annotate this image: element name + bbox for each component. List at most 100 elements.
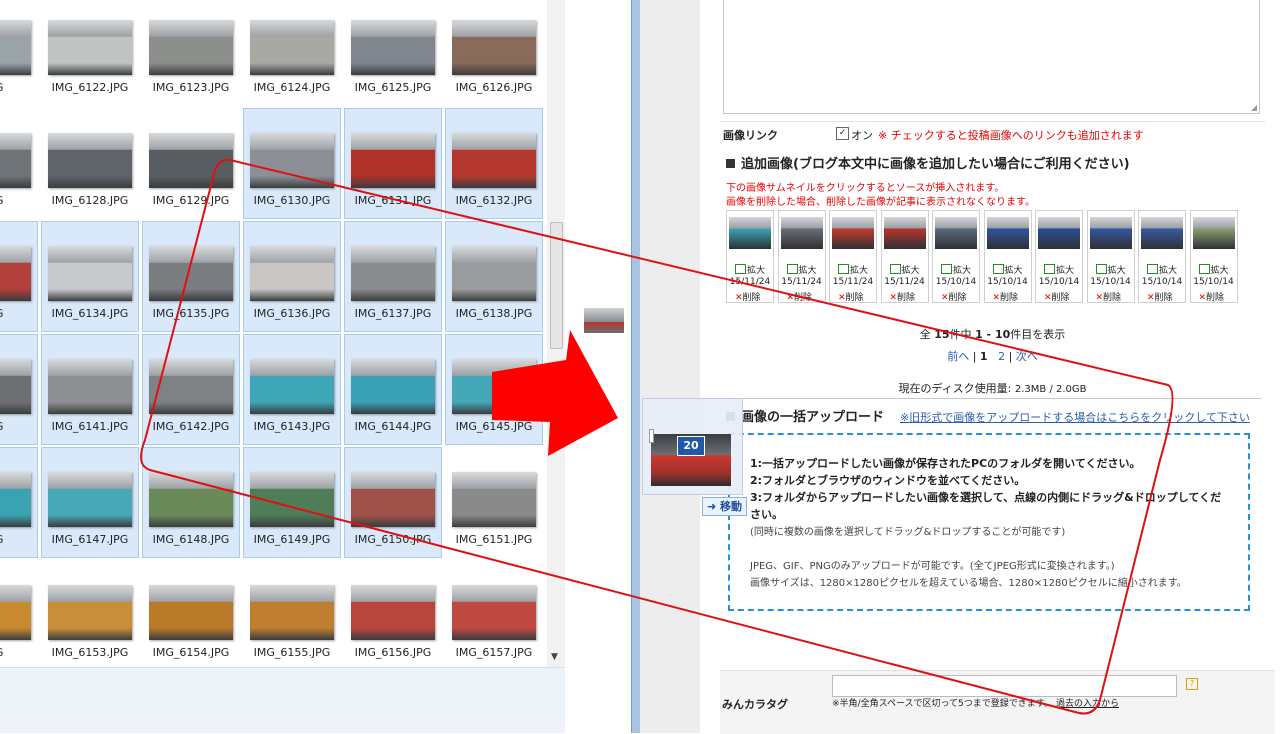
file-tile[interactable]: IMG_6130.JPG bbox=[243, 108, 341, 219]
delete-link[interactable]: ✕削除 bbox=[787, 290, 813, 303]
delete-link[interactable]: ✕削除 bbox=[735, 290, 761, 303]
enlarge-icon bbox=[992, 264, 1004, 274]
additional-image-thumb[interactable]: 拡大 15/10/14 ✕削除 bbox=[983, 210, 1032, 303]
explorer-scrollbar[interactable]: ▼ bbox=[547, 0, 565, 667]
file-tile[interactable]: IMG_6124.JPG bbox=[243, 0, 341, 106]
file-tile[interactable]: 1.JPG bbox=[0, 0, 38, 106]
delete-link[interactable]: ✕削除 bbox=[993, 290, 1019, 303]
additional-image-thumb[interactable]: 拡大 15/11/24 ✕削除 bbox=[880, 210, 929, 303]
file-name: 3.JPG bbox=[0, 307, 37, 320]
scrollbar-thumb[interactable] bbox=[550, 222, 563, 349]
delete-icon: ✕ bbox=[1095, 293, 1104, 303]
enlarge-link[interactable]: 拡大 bbox=[1044, 263, 1074, 276]
file-tile[interactable]: IMG_6144.JPG bbox=[344, 334, 442, 445]
delete-link[interactable]: ✕削除 bbox=[1199, 290, 1225, 303]
file-tile[interactable]: IMG_6137.JPG bbox=[344, 221, 442, 332]
file-tile[interactable]: IMG_6132.JPG bbox=[445, 108, 543, 219]
enlarge-link[interactable]: 拡大 bbox=[1198, 263, 1229, 276]
prev-page-link[interactable]: 前へ bbox=[947, 350, 969, 363]
file-tile[interactable]: 3.JPG bbox=[0, 221, 38, 332]
enlarge-link[interactable]: 拡大 bbox=[889, 263, 920, 276]
image-link-checkbox[interactable]: ✓ bbox=[836, 127, 849, 140]
file-tile[interactable]: IMG_6123.JPG bbox=[142, 0, 240, 106]
additional-image-preview[interactable] bbox=[1192, 217, 1235, 249]
enlarge-link[interactable]: 拡大 bbox=[786, 263, 817, 276]
additional-image-thumb[interactable]: 拡大 15/10/14 ✕削除 bbox=[1189, 210, 1238, 303]
past-tags-link[interactable]: 過去の入力から bbox=[1056, 696, 1119, 709]
file-tile[interactable]: IMG_6148.JPG bbox=[142, 447, 240, 558]
next-page-link[interactable]: 次へ bbox=[1016, 350, 1038, 363]
additional-image-preview[interactable] bbox=[729, 217, 771, 249]
file-tile[interactable]: IMG_6149.JPG bbox=[243, 447, 341, 558]
file-tile[interactable]: IMG_6155.JPG bbox=[243, 560, 341, 671]
file-tile[interactable]: IMG_6128.JPG bbox=[41, 108, 139, 219]
file-tile[interactable]: IMG_6153.JPG bbox=[41, 560, 139, 671]
body-textarea[interactable]: ◢ bbox=[723, 0, 1260, 114]
file-tile[interactable]: 7.JPG bbox=[0, 108, 38, 219]
tag-section: みんカラタグ ? ※半角/全角スペースで区切って5つまで登録できます。 過去の入… bbox=[720, 670, 1275, 734]
enlarge-link[interactable]: 拡大 bbox=[992, 263, 1023, 276]
delete-link[interactable]: ✕削除 bbox=[1147, 290, 1173, 303]
enlarge-link[interactable]: 拡大 bbox=[941, 263, 971, 276]
additional-image-preview[interactable] bbox=[1038, 217, 1080, 249]
file-name: IMG_6156.JPG bbox=[354, 646, 432, 659]
additional-image-thumb[interactable]: 拡大 15/10/14 ✕削除 bbox=[932, 210, 980, 303]
additional-image-thumb[interactable]: 拡大 15/10/14 ✕削除 bbox=[1086, 210, 1135, 303]
enlarge-link[interactable]: 拡大 bbox=[1095, 263, 1126, 276]
file-tile[interactable]: IMG_6156.JPG bbox=[344, 560, 442, 671]
image-link-option[interactable]: オン bbox=[851, 127, 873, 143]
file-thumbnail bbox=[351, 20, 435, 75]
enlarge-link[interactable]: 拡大 bbox=[838, 263, 868, 276]
file-name: IMG_6135.JPG bbox=[152, 307, 230, 320]
additional-image-thumb[interactable]: 拡大 15/10/14 ✕削除 bbox=[1035, 210, 1083, 303]
file-tile[interactable]: IMG_6131.JPG bbox=[344, 108, 442, 219]
scroll-down-icon[interactable]: ▼ bbox=[551, 652, 558, 662]
delete-link[interactable]: ✕削除 bbox=[1044, 290, 1070, 303]
file-tile[interactable]: IMG_6135.JPG bbox=[142, 221, 240, 332]
file-tile[interactable]: IMG_6126.JPG bbox=[445, 0, 543, 106]
legacy-upload-link[interactable]: ※旧形式で画像をアップロードする場合はこちらをクリックして下さい bbox=[900, 409, 1250, 425]
file-tile[interactable]: IMG_6157.JPG bbox=[445, 560, 543, 671]
file-tile[interactable]: IMG_6151.JPG bbox=[445, 447, 543, 558]
additional-image-preview[interactable] bbox=[1089, 217, 1132, 249]
additional-image-preview[interactable] bbox=[935, 217, 977, 249]
additional-image-preview[interactable] bbox=[986, 217, 1029, 249]
delete-link[interactable]: ✕削除 bbox=[838, 290, 864, 303]
additional-image-preview[interactable] bbox=[883, 217, 926, 249]
additional-image-thumb[interactable]: 拡大 15/10/14 ✕削除 bbox=[1138, 210, 1186, 303]
drop-zone[interactable]: 1:一括アップロードしたい画像が保存されたPCのフォルダを開いてください。 2:… bbox=[728, 433, 1250, 611]
file-thumbnail bbox=[452, 246, 536, 301]
file-tile[interactable]: IMG_6129.JPG bbox=[142, 108, 240, 219]
file-thumbnail bbox=[48, 20, 132, 75]
file-tile[interactable]: 6.JPG bbox=[0, 447, 38, 558]
additional-image-thumb[interactable]: 拡大 15/11/24 ✕削除 bbox=[777, 210, 826, 303]
file-tile[interactable]: IMG_6154.JPG bbox=[142, 560, 240, 671]
file-tile[interactable]: 2.JPG bbox=[0, 560, 38, 671]
file-tile[interactable]: IMG_6134.JPG bbox=[41, 221, 139, 332]
delete-link[interactable]: ✕削除 bbox=[941, 290, 967, 303]
tag-input[interactable] bbox=[832, 675, 1177, 697]
enlarge-link[interactable]: 拡大 bbox=[1147, 263, 1177, 276]
additional-image-preview[interactable] bbox=[1141, 217, 1183, 249]
multi-select-hint: (同時に複数の画像を選択してドラッグ&ドロップすることが可能です) bbox=[750, 527, 1066, 538]
file-name: IMG_6126.JPG bbox=[455, 81, 533, 94]
file-tile[interactable]: IMG_6141.JPG bbox=[41, 334, 139, 445]
additional-image-preview[interactable] bbox=[832, 217, 874, 249]
file-tile[interactable]: 9.JPG bbox=[0, 334, 38, 445]
help-icon[interactable]: ? bbox=[1186, 678, 1198, 690]
file-tile[interactable]: IMG_6122.JPG bbox=[41, 0, 139, 106]
file-tile[interactable]: IMG_6145.JPG bbox=[445, 334, 543, 445]
delete-link[interactable]: ✕削除 bbox=[890, 290, 916, 303]
file-tile[interactable]: IMG_6147.JPG bbox=[41, 447, 139, 558]
file-tile[interactable]: IMG_6138.JPG bbox=[445, 221, 543, 332]
file-tile[interactable]: IMG_6150.JPG bbox=[344, 447, 442, 558]
delete-link[interactable]: ✕削除 bbox=[1096, 290, 1122, 303]
enlarge-link[interactable]: 拡大 bbox=[735, 263, 765, 276]
additional-image-thumb[interactable]: 拡大 15/11/24 ✕削除 bbox=[829, 210, 877, 303]
additional-image-thumb[interactable]: 拡大 15/11/24 ✕削除 bbox=[726, 210, 774, 303]
additional-image-preview[interactable] bbox=[780, 217, 823, 249]
file-tile[interactable]: IMG_6125.JPG bbox=[344, 0, 442, 106]
file-tile[interactable]: IMG_6143.JPG bbox=[243, 334, 341, 445]
file-tile[interactable]: IMG_6136.JPG bbox=[243, 221, 341, 332]
file-tile[interactable]: IMG_6142.JPG bbox=[142, 334, 240, 445]
